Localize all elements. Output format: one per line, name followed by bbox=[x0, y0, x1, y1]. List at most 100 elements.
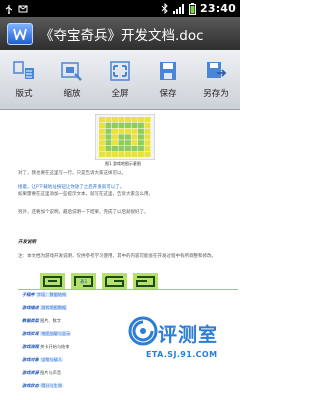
clock: 23:40 bbox=[199, 2, 236, 15]
doc-line-3: 如果需要在这里添加一些提示文本，就写在这里，告诉大家怎么用。 bbox=[18, 192, 153, 197]
section-heading: 开发说明 bbox=[18, 240, 36, 245]
zoom-label: 缩放 bbox=[63, 88, 81, 99]
doc-line-4: 另外，还要加个说明，最后说明一下结果，完成了以后就很好了。 bbox=[18, 210, 149, 215]
map-tile bbox=[118, 134, 125, 140]
layout-icon bbox=[13, 60, 34, 79]
map-tile bbox=[144, 117, 151, 123]
usb-icon bbox=[5, 4, 13, 14]
map-tile bbox=[99, 122, 105, 128]
save-label: 保存 bbox=[159, 88, 177, 99]
map-tile bbox=[118, 128, 125, 134]
save-icon bbox=[160, 61, 176, 80]
save-as-icon bbox=[207, 61, 227, 78]
map-tile bbox=[118, 140, 125, 146]
table-title: 表1 bbox=[80, 280, 88, 285]
map-tile bbox=[112, 117, 118, 123]
figure-caption: 图1 游戏地图示意图 bbox=[105, 161, 141, 166]
map-tile bbox=[112, 140, 118, 146]
map-tile bbox=[118, 122, 125, 128]
map-tile bbox=[112, 146, 118, 152]
fullscreen-label: 全屏 bbox=[111, 88, 129, 99]
map-tile bbox=[112, 128, 118, 134]
bluetooth-icon bbox=[161, 3, 168, 14]
map-tile bbox=[138, 128, 144, 134]
map-tile bbox=[138, 117, 144, 123]
doc-line-2: 接着，让P下载地址按钮让你放了之后开发就可以了。 bbox=[18, 185, 125, 190]
map-tile bbox=[99, 134, 105, 140]
document-title: 《夺宝奇兵》开发文档.doc bbox=[40, 27, 204, 44]
zoom-button[interactable]: 缩放 bbox=[48, 50, 96, 109]
map-tile bbox=[144, 128, 151, 134]
fullscreen-icon bbox=[110, 60, 130, 81]
save-button[interactable]: 保存 bbox=[144, 50, 192, 109]
map-tile bbox=[131, 146, 138, 152]
word-icon[interactable] bbox=[7, 22, 33, 45]
table-row: 游戏状态 得分与生命 bbox=[22, 383, 64, 388]
map-tile bbox=[131, 117, 138, 123]
table-row: 游戏描述 游戏地图数据 bbox=[22, 305, 68, 310]
title-bar: 《夺宝奇兵》开发文档.doc bbox=[0, 17, 240, 50]
map-tile bbox=[131, 151, 138, 157]
map-tile bbox=[138, 134, 144, 140]
map-tile bbox=[105, 146, 112, 152]
map-tile bbox=[144, 140, 151, 146]
map-tile bbox=[99, 140, 105, 146]
map-tile bbox=[131, 122, 138, 128]
table-row: 游戏流程 关卡开始与结束 bbox=[22, 344, 70, 349]
map-tile bbox=[125, 128, 131, 134]
map-tile bbox=[105, 122, 112, 128]
table-row: 游戏资源 图片与声音 bbox=[22, 370, 62, 375]
table-row: 游戏对象 宝物与敌人 bbox=[22, 357, 64, 362]
map-tile bbox=[118, 117, 125, 123]
map-tile bbox=[105, 117, 112, 123]
map-tile bbox=[118, 146, 125, 152]
map-tile bbox=[144, 146, 151, 152]
map-tile bbox=[105, 140, 112, 146]
layout-label: 版式 bbox=[15, 88, 33, 99]
map-tile bbox=[125, 151, 131, 157]
map-tile bbox=[99, 117, 105, 123]
zoom-icon bbox=[61, 61, 82, 81]
tile-image bbox=[102, 273, 127, 290]
fullscreen-button[interactable]: 全屏 bbox=[96, 50, 144, 109]
map-tile bbox=[125, 122, 131, 128]
watermark: 评测室 ETA.SJ.91.COM bbox=[128, 312, 240, 388]
section-text: 注：本文档为游戏开发说明，仅供参考学习使用，其中的内容可能会在开发过程中有所调整… bbox=[18, 254, 216, 259]
watermark-logo-icon bbox=[128, 316, 158, 346]
notification-icon bbox=[18, 5, 28, 12]
table-row: 子程序 字段：数据结构 bbox=[22, 292, 68, 297]
toolbar: 版式 缩放 全屏 保存 另存为 bbox=[0, 50, 240, 110]
map-tile bbox=[131, 128, 138, 134]
map-tile bbox=[105, 134, 112, 140]
map-tile bbox=[144, 151, 151, 157]
watermark-url: ETA.SJ.91.COM bbox=[146, 350, 218, 359]
map-tile bbox=[125, 117, 131, 123]
map-tile bbox=[144, 134, 151, 140]
map-tile bbox=[138, 122, 144, 128]
map-tile bbox=[138, 151, 144, 157]
battery-icon bbox=[188, 2, 196, 15]
map-tile bbox=[99, 146, 105, 152]
map-tile bbox=[99, 151, 105, 157]
map-tile bbox=[118, 151, 125, 157]
map-tile bbox=[144, 122, 151, 128]
table-row: 游戏实现 地图加载与显示 bbox=[22, 331, 72, 336]
map-tile bbox=[125, 140, 131, 146]
map-tile bbox=[138, 140, 144, 146]
save-as-button[interactable]: 另存为 bbox=[192, 50, 240, 109]
watermark-title: 评测室 bbox=[158, 324, 219, 346]
map-figure bbox=[95, 114, 155, 160]
map-tile bbox=[105, 128, 112, 134]
save-as-label: 另存为 bbox=[203, 88, 229, 99]
status-bar: 23:40 bbox=[0, 0, 240, 17]
map-tile bbox=[112, 151, 118, 157]
map-tile bbox=[112, 134, 118, 140]
tile-image bbox=[40, 273, 65, 290]
map-tile bbox=[131, 134, 138, 140]
tile-strip bbox=[40, 273, 158, 290]
table-row: 数据类型 图片、数字 bbox=[22, 318, 62, 323]
tile-image bbox=[133, 273, 158, 290]
layout-button[interactable]: 版式 bbox=[0, 50, 48, 109]
map-tile bbox=[125, 146, 131, 152]
map-tile bbox=[138, 146, 144, 152]
